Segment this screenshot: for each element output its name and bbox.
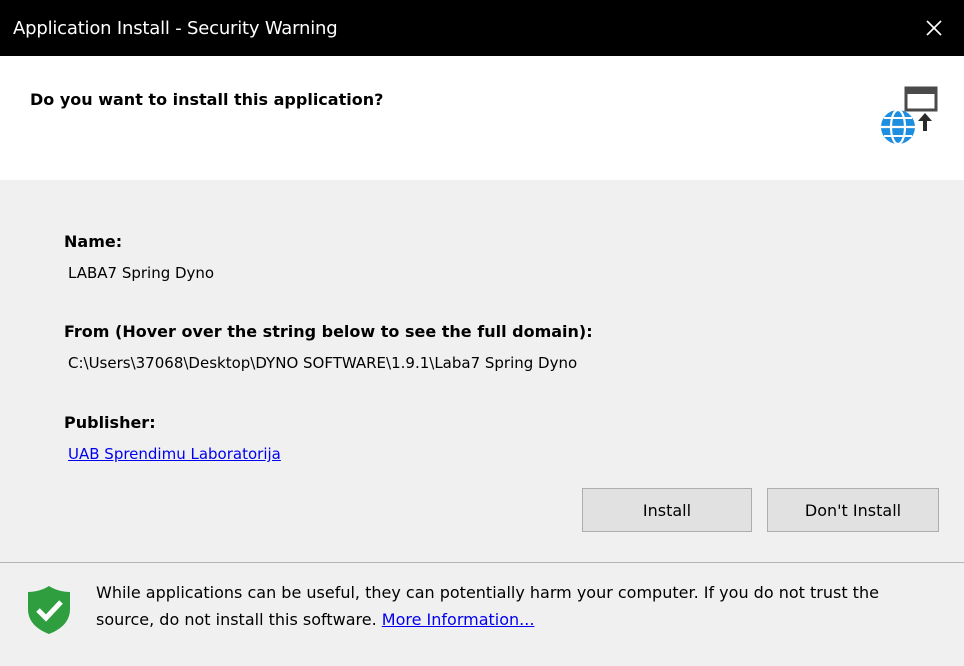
dont-install-button[interactable]: Don't Install — [767, 488, 939, 532]
from-value[interactable]: C:\Users\37068\Desktop\DYNO SOFTWARE\1.9… — [68, 354, 577, 372]
shield-check-icon — [28, 586, 70, 634]
close-icon — [926, 20, 942, 36]
dialog-header: Do you want to install this application? — [0, 56, 964, 180]
install-question: Do you want to install this application? — [30, 90, 384, 109]
more-information-link[interactable]: More Information... — [382, 610, 535, 629]
publisher-link[interactable]: UAB Sprendimu Laboratorija — [68, 445, 281, 463]
publisher-label: Publisher: — [64, 413, 156, 432]
name-value: LABA7 Spring Dyno — [68, 264, 215, 282]
window-title: Application Install - Security Warning — [13, 17, 338, 39]
title-bar[interactable]: Application Install - Security Warning — [0, 0, 964, 56]
security-footer: While applications can be useful, they c… — [0, 563, 964, 666]
name-label: Name: — [64, 232, 123, 251]
install-button[interactable]: Install — [582, 488, 752, 532]
close-button[interactable] — [904, 0, 964, 56]
install-dialog: Application Install - Security Warning D… — [0, 0, 964, 666]
security-warning-text: While applications can be useful, they c… — [96, 579, 936, 633]
web-app-install-icon — [881, 86, 938, 146]
details-panel: Name: LABA7 Spring Dyno From (Hover over… — [0, 180, 964, 563]
from-label: From (Hover over the string below to see… — [64, 322, 593, 341]
